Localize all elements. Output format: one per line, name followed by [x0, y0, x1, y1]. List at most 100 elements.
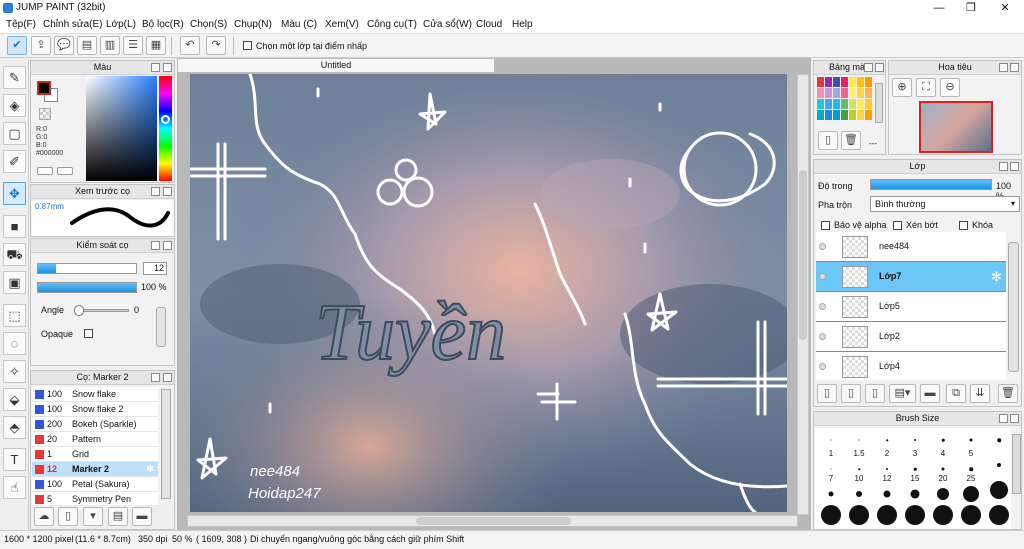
minimize-button[interactable]: —	[924, 0, 954, 16]
menu-help[interactable]: Help	[512, 19, 533, 30]
brush-list-scrollbar[interactable]	[161, 389, 171, 499]
menu-select[interactable]: Chọn(S)	[190, 19, 227, 30]
palette-swatch[interactable]	[825, 110, 832, 120]
redo-icon[interactable]: ↷	[206, 36, 226, 55]
blend-mode-select[interactable]: Bình thường ▾	[870, 196, 1020, 212]
palette-swatch[interactable]	[857, 88, 864, 98]
opaque-checkbox[interactable]	[84, 329, 93, 338]
brush-list-item[interactable]: 20 Pattern	[32, 432, 158, 447]
brush-size-preset[interactable]	[986, 430, 1012, 450]
brush-size-preset[interactable]	[986, 505, 1012, 525]
brush-opacity-slider[interactable]	[37, 282, 137, 293]
new-layer-icon[interactable]: ▯	[817, 384, 837, 403]
brush-size-preset[interactable]: 7	[818, 474, 844, 500]
panel-float-icon[interactable]	[999, 162, 1008, 171]
palette-swatch[interactable]	[849, 99, 856, 109]
palette-swatch[interactable]	[825, 88, 832, 98]
palette-swatch[interactable]	[865, 110, 872, 120]
color-history-button[interactable]	[57, 167, 73, 175]
lasso-tool-icon[interactable]: ◌	[3, 332, 26, 355]
select-eraser-icon[interactable]: ⬘	[3, 416, 26, 439]
palette-add-icon[interactable]: ▯	[818, 131, 838, 150]
brush-menu-icon[interactable]: ▾	[83, 507, 103, 526]
new-1bit-layer-icon[interactable]: ▯	[865, 384, 885, 403]
menu-color[interactable]: Màu (C)	[281, 19, 317, 30]
palette-swatch[interactable]	[849, 77, 856, 87]
brush-size-preset[interactable]	[958, 430, 984, 450]
maximize-button[interactable]: ❐	[956, 0, 986, 16]
layer-row[interactable]: Lớp2	[816, 322, 1006, 352]
operation-tool-icon[interactable]: ☝	[3, 476, 26, 499]
panel-float-icon[interactable]	[999, 63, 1008, 72]
palette-swatch[interactable]	[857, 77, 864, 87]
layer-row[interactable]: nee484	[816, 232, 1006, 262]
brush-size-preset[interactable]: 3	[902, 449, 928, 475]
brush-list-item[interactable]: 100 Snow flake	[32, 387, 158, 402]
brush-size-scrollbar[interactable]	[1012, 434, 1021, 494]
color-mode-button[interactable]	[37, 167, 53, 175]
settings-icon[interactable]: ✻	[146, 462, 154, 477]
brush-size-preset[interactable]	[930, 430, 956, 450]
quick-access-icon[interactable]: ✔	[7, 36, 27, 55]
brush-size-preset[interactable]: 4	[930, 449, 956, 475]
panel-float-icon[interactable]	[999, 414, 1008, 423]
layer-settings-icon[interactable]: ✻	[991, 269, 1002, 285]
menu-window[interactable]: Cửa sổ(W)	[423, 19, 472, 30]
panel-float-icon[interactable]	[151, 63, 160, 72]
angle-slider[interactable]	[74, 305, 129, 316]
layer-visibility-icon[interactable]	[819, 273, 826, 280]
palette-swatch[interactable]	[817, 110, 824, 120]
brush-size-preset[interactable]	[818, 505, 844, 525]
brush-size-preset[interactable]	[874, 505, 900, 525]
pen-tool-icon[interactable]: ✎	[3, 66, 26, 89]
palette-swatch[interactable]	[849, 110, 856, 120]
panel-close-icon[interactable]	[163, 63, 172, 72]
layer-row[interactable]: Lớp4	[816, 352, 1006, 380]
menu-view[interactable]: Xem(V)	[325, 19, 359, 30]
panel-close-icon[interactable]	[163, 187, 172, 196]
panel-float-icon[interactable]	[151, 187, 160, 196]
brush-size-preset[interactable]: 25	[958, 474, 984, 502]
brush-size-preset[interactable]	[874, 430, 900, 450]
panel-close-icon[interactable]	[163, 373, 172, 382]
new-8bit-layer-icon[interactable]: ▯	[841, 384, 861, 403]
duplicate-layer-icon[interactable]: ⧉	[946, 384, 966, 403]
magic-wand-icon[interactable]: ✧	[3, 360, 26, 383]
panel-float-icon[interactable]	[151, 241, 160, 250]
message-icon[interactable]: ▤	[77, 36, 97, 55]
palette-swatch[interactable]	[865, 99, 872, 109]
bucket-tool-icon[interactable]: ⛟	[3, 243, 26, 266]
palette-swatch[interactable]	[817, 77, 824, 87]
add-layer-menu-icon[interactable]: ▤▾	[889, 384, 916, 403]
palette-swatch[interactable]	[841, 99, 848, 109]
horizontal-scrollbar[interactable]	[187, 515, 798, 527]
brush-control-scrollbar[interactable]	[156, 307, 166, 347]
hue-slider[interactable]	[159, 76, 172, 181]
brush-size-preset[interactable]: 20	[930, 474, 956, 500]
brush-cloud-icon[interactable]: ☁	[34, 507, 54, 526]
menu-edit[interactable]: Chỉnh sửa(E)	[43, 19, 103, 30]
layer-visibility-icon[interactable]	[819, 243, 826, 250]
undo-icon[interactable]: ↶	[180, 36, 200, 55]
brush-size-preset[interactable]: 10	[846, 474, 872, 500]
protect-alpha-checkbox[interactable]	[821, 221, 830, 230]
layer-visibility-icon[interactable]	[819, 333, 826, 340]
palette-delete-icon[interactable]: 🗑	[841, 131, 861, 150]
comment-icon[interactable]: 💬	[54, 36, 74, 55]
navigator-thumbnail[interactable]	[919, 101, 993, 153]
brush-size-input[interactable]: 12	[143, 262, 167, 275]
text-tool-icon[interactable]: T	[3, 448, 26, 471]
zoom-in-icon[interactable]: ⊕	[892, 78, 912, 97]
foreground-color-swatch[interactable]	[37, 81, 51, 95]
fit-screen-icon[interactable]: ⛶	[916, 78, 936, 97]
new-brush-icon[interactable]: ▯	[58, 507, 78, 526]
palette-swatch[interactable]	[841, 88, 848, 98]
menu-capture[interactable]: Chụp(N)	[234, 19, 272, 30]
layer-row[interactable]: Lớp7 ✻	[816, 262, 1006, 292]
menu-filter[interactable]: Bộ lọc(R)	[142, 19, 184, 30]
brush-copy-icon[interactable]: ▤	[108, 507, 128, 526]
palette-swatch[interactable]	[865, 77, 872, 87]
merge-layer-icon[interactable]: ⇊	[970, 384, 990, 403]
palette-swatch[interactable]	[833, 88, 840, 98]
fill-rect-icon[interactable]: ■	[3, 215, 26, 238]
